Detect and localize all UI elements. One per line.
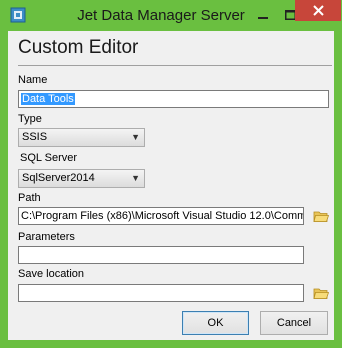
dialog-body: Custom Editor Name Data Tools Type SSIS … xyxy=(8,31,334,340)
dialog-heading: Custom Editor xyxy=(18,37,139,58)
sql-server-dropdown[interactable]: SqlServer2014 ▼ xyxy=(18,169,145,188)
path-field[interactable]: C:\Program Files (x86)\Microsoft Visual … xyxy=(18,207,304,225)
name-label: Name xyxy=(18,74,48,86)
chevron-down-icon: ▼ xyxy=(131,173,140,183)
type-dropdown[interactable]: SSIS ▼ xyxy=(18,128,145,147)
sql-server-label: SQL Server xyxy=(20,152,78,164)
cancel-button[interactable]: Cancel xyxy=(260,311,328,335)
close-icon xyxy=(312,5,324,16)
close-button[interactable] xyxy=(295,0,341,21)
type-label: Type xyxy=(18,113,42,125)
title-bar[interactable]: Jet Data Manager Server xyxy=(0,0,342,31)
parameters-label: Parameters xyxy=(18,231,75,243)
name-field[interactable]: Data Tools xyxy=(18,90,329,108)
maximize-icon xyxy=(284,9,296,20)
save-location-field[interactable] xyxy=(18,284,304,302)
ok-button[interactable]: OK xyxy=(182,311,249,335)
heading-divider xyxy=(18,65,332,66)
path-label: Path xyxy=(18,192,41,204)
folder-icon[interactable] xyxy=(313,209,329,223)
sql-server-dropdown-value: SqlServer2014 xyxy=(22,172,95,184)
parameters-field[interactable] xyxy=(18,246,304,264)
minimize-icon xyxy=(258,16,268,19)
save-location-label: Save location xyxy=(18,268,85,280)
name-field-value: Data Tools xyxy=(21,93,75,105)
type-dropdown-value: SSIS xyxy=(22,131,48,143)
chevron-down-icon: ▼ xyxy=(131,132,140,142)
minimize-button[interactable] xyxy=(249,4,277,25)
app-window: Jet Data Manager Server Custom Editor Na… xyxy=(0,0,342,348)
folder-icon[interactable] xyxy=(313,286,329,300)
